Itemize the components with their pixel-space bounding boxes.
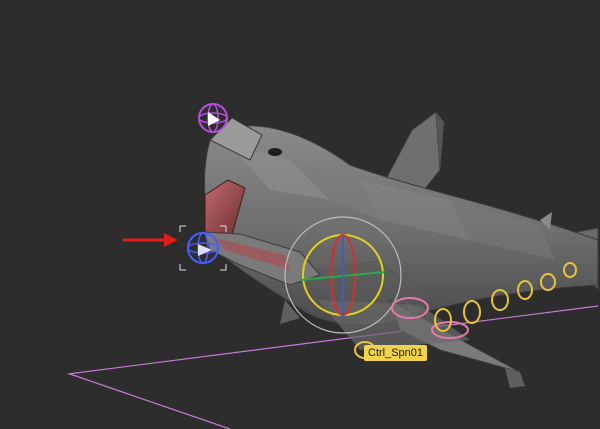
annotation-arrow-icon <box>123 233 178 247</box>
spine-controller-label[interactable]: Ctrl_Spn01 <box>364 345 428 361</box>
3d-viewport[interactable]: Ctrl_Spn01 <box>0 0 600 429</box>
ground-grid-line <box>69 373 231 429</box>
spine-controller-icon[interactable] <box>284 216 402 334</box>
head-controller-icon[interactable] <box>198 103 228 133</box>
scene-canvas[interactable] <box>0 0 600 429</box>
